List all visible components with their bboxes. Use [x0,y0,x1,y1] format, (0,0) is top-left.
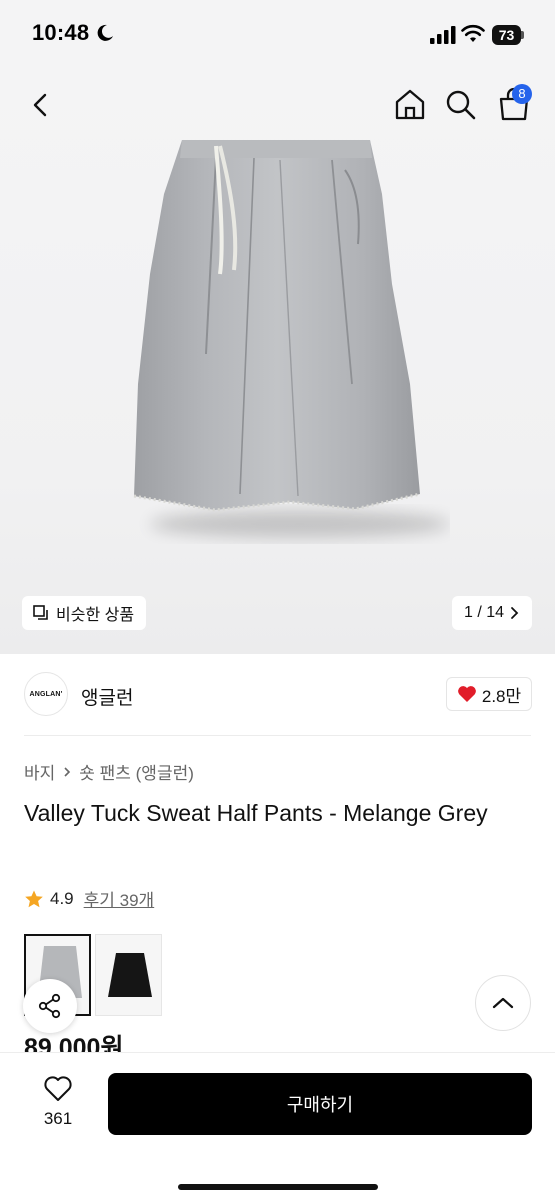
back-icon[interactable] [26,90,56,120]
chevron-right-icon [64,766,71,777]
breadcrumb-item[interactable]: 바지 [24,759,55,784]
home-icon[interactable] [392,86,428,122]
battery-icon: 73 [492,25,524,45]
heart-filled-icon [457,686,476,702]
product-gallery[interactable]: 8 비슷한 상품 1 / 14 [0,70,555,654]
heart-outline-icon [44,1076,72,1101]
share-icon [38,993,61,1019]
wishlist-count: 361 [43,1109,73,1128]
brand-logo[interactable]: ANGLAN' [24,672,68,716]
buy-button[interactable]: 구매하기 [108,1073,532,1135]
brand-name[interactable]: 앵글런 [81,683,133,710]
battery-level: 73 [492,25,521,45]
rating-score: 4.9 [50,888,74,908]
scroll-top-button[interactable] [475,975,531,1031]
chevron-right-icon [511,607,519,619]
product-title: Valley Tuck Sweat Half Pants - Melange G… [24,800,488,826]
brand-like-count: 2.8만 [481,686,522,706]
similar-products-button[interactable]: 비슷한 상품 [22,596,147,630]
product-image [133,140,450,538]
breadcrumb: 바지 숏 팬츠 (앵글런) [24,759,194,784]
divider [24,735,531,736]
image-counter[interactable]: 1 / 14 [452,596,532,630]
wifi-icon [461,24,485,42]
moon-icon [97,24,113,41]
status-time: 10:48 [32,20,90,45]
share-button[interactable] [23,979,77,1033]
brand-like-button[interactable]: 2.8만 [446,677,532,711]
bottom-action-bar: 361 구매하기 [0,1052,555,1200]
search-icon[interactable] [444,88,478,122]
thumbnail-black[interactable] [95,934,162,1016]
similar-products-label: 비슷한 상품 [56,607,135,624]
chevron-up-icon [492,997,514,1009]
copy-icon [33,605,48,620]
wishlist-button[interactable]: 361 [30,1073,86,1137]
home-indicator [178,1184,378,1190]
signal-icon [430,26,456,44]
reviews-link[interactable]: 후기 39개 [84,886,155,911]
breadcrumb-item[interactable]: 숏 팬츠 (앵글런) [79,759,194,784]
image-counter-text: 1 / 14 [463,604,505,621]
status-bar: 10:48 73 [0,0,555,70]
brand-row[interactable]: ANGLAN' 앵글런 2.8만 [0,654,555,736]
cart-badge: 8 [512,84,532,104]
star-icon [25,890,43,907]
rating: 4.9 후기 39개 [24,886,154,911]
